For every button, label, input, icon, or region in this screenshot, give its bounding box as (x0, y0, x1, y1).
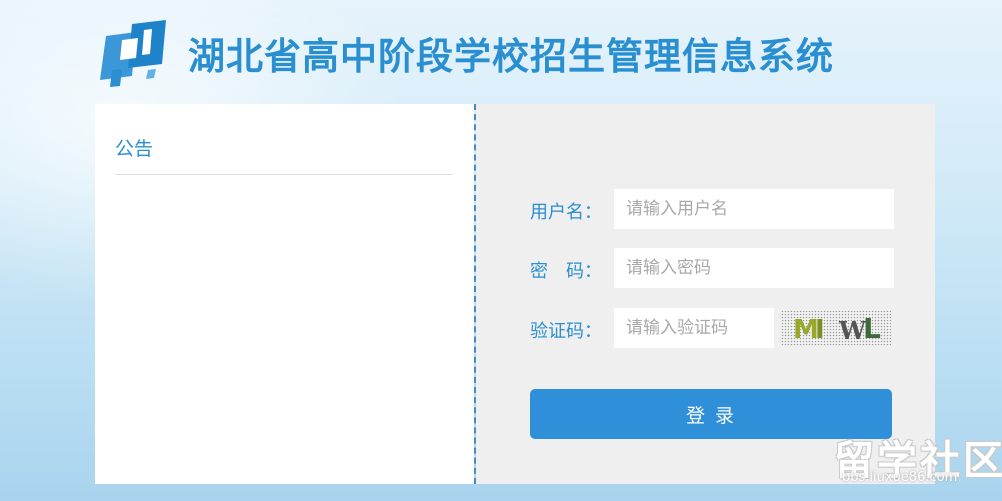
header: 湖北省高中阶段学校招生管理信息系统 (0, 0, 1002, 100)
password-label: 密 码： (530, 261, 602, 282)
watermark-sub: bbs.liuxue86.com (842, 470, 958, 485)
captcha-char-2: I (815, 315, 825, 345)
login-form: 用户名： 密 码： 验证码： M I W L (476, 104, 935, 484)
captcha-char-4: L (863, 312, 881, 345)
password-input[interactable] (614, 248, 894, 288)
captcha-image[interactable]: M I W L (781, 310, 891, 346)
notice-panel: 公告 (95, 104, 474, 484)
username-label: 用户名： (530, 202, 602, 223)
site-title: 湖北省高中阶段学校招生管理信息系统 (188, 35, 834, 78)
captcha-label: 验证码： (530, 321, 602, 342)
password-row: 密 码： (476, 248, 935, 288)
notice-divider (115, 174, 453, 175)
captcha-input[interactable] (614, 308, 774, 348)
username-row: 用户名： (476, 189, 935, 229)
username-input[interactable] (614, 189, 894, 229)
main-panel: 公告 用户名： 密 码： 验证码： M (95, 104, 935, 484)
logo-icon (100, 20, 166, 87)
watermark-logo: 留学社区 bbs.liuxue86.com (832, 428, 1002, 488)
captcha-row: 验证码： M I W L (476, 308, 935, 348)
notice-title: 公告 (115, 138, 154, 160)
